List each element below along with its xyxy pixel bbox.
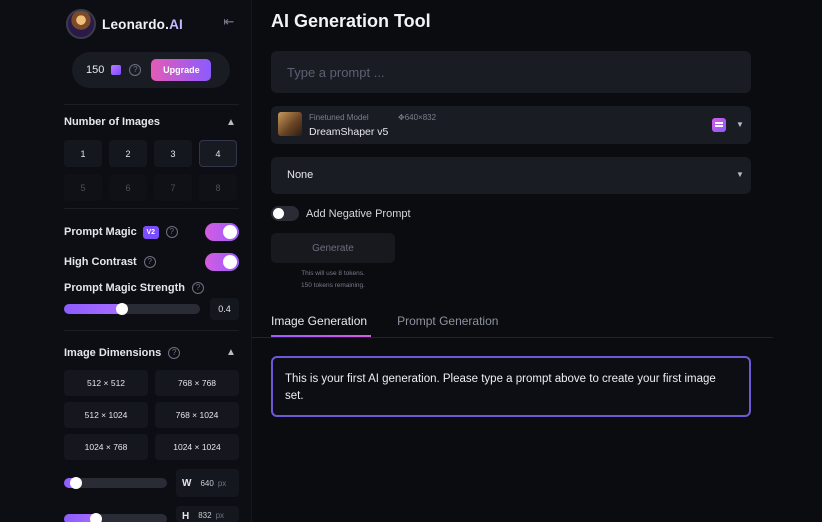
help-icon[interactable]: ? <box>129 64 142 76</box>
model-dimensions: ✥640×832 <box>398 113 436 122</box>
num-images-option[interactable]: 6 <box>109 174 147 201</box>
version-badge: V2 <box>142 225 159 239</box>
prompt-input[interactable] <box>271 51 751 93</box>
num-images-option[interactable]: 3 <box>154 140 192 167</box>
model-select[interactable]: Finetuned Model ✥640×832 DreamShaper v5 … <box>271 106 751 144</box>
width-input[interactable]: W 640 px <box>176 469 239 497</box>
prompt-magic-strength-label: Prompt Magic Strength <box>64 282 186 294</box>
prompt-magic-toggle[interactable] <box>205 223 239 241</box>
image-dimensions-grid: 512 × 512 768 × 768 512 × 1024 768 × 102… <box>64 370 239 460</box>
help-icon[interactable]: ? <box>143 256 156 268</box>
prompt-magic-label: Prompt Magic <box>64 226 137 238</box>
prompt-magic-strength-slider[interactable] <box>64 303 200 315</box>
collapse-sidebar-icon[interactable]: ⇤ <box>220 14 238 30</box>
num-images-option[interactable]: 2 <box>109 140 147 167</box>
style-select[interactable]: None ▼ <box>271 157 751 194</box>
token-usage-note: This will use 8 tokens. <box>301 270 365 277</box>
model-kind: Finetuned Model <box>309 113 369 122</box>
prompt-magic-strength-row: Prompt Magic Strength ? <box>64 279 239 297</box>
num-images-option[interactable]: 1 <box>64 140 102 167</box>
number-of-images-grid: 1 2 3 4 5 6 7 8 <box>64 140 240 201</box>
model-name: DreamShaper v5 <box>309 126 389 138</box>
width-letter: W <box>182 477 192 489</box>
image-dimensions-row: Image Dimensions ? <box>64 344 239 362</box>
image-dimensions-title: Image Dimensions <box>64 347 162 359</box>
brand-name: Leonardo.AI <box>102 17 183 32</box>
num-images-option[interactable]: 7 <box>154 174 192 201</box>
negative-prompt-row: Add Negative Prompt <box>271 206 411 221</box>
help-icon[interactable]: ? <box>192 282 205 294</box>
avatar[interactable] <box>66 9 96 39</box>
high-contrast-label: High Contrast <box>64 256 137 268</box>
brand-name-suffix: AI <box>169 16 183 32</box>
token-coin-icon <box>111 65 122 75</box>
tabs-divider <box>252 337 773 338</box>
num-images-option[interactable]: 8 <box>199 174 237 201</box>
sidebar: Leonardo.AI ⇤ 150 ? Upgrade Number of Im… <box>0 0 252 522</box>
model-edit-icon[interactable] <box>712 118 726 132</box>
generate-button[interactable]: Generate <box>271 233 395 263</box>
move-icon: ✥ <box>398 113 405 122</box>
chevron-up-icon[interactable]: ▲ <box>225 117 237 129</box>
num-images-option[interactable]: 5 <box>64 174 102 201</box>
tab-prompt-generation[interactable]: Prompt Generation <box>397 314 498 338</box>
negative-prompt-toggle[interactable] <box>271 206 299 221</box>
brand-name-main: Leonardo. <box>102 16 170 32</box>
token-pill: 150 ? Upgrade <box>72 52 230 88</box>
dimension-option[interactable]: 1024 × 768 <box>64 434 148 460</box>
chevron-up-icon[interactable]: ▲ <box>225 347 237 359</box>
high-contrast-toggle[interactable] <box>205 253 239 271</box>
chevron-down-icon[interactable]: ▼ <box>735 170 745 180</box>
divider <box>64 208 239 209</box>
height-value: 832 <box>198 511 212 520</box>
brand-logo[interactable]: Leonardo.AI <box>66 9 183 39</box>
divider <box>64 104 239 105</box>
tokens-remaining-note: 150 tokens remaining. <box>301 282 365 289</box>
dimension-option[interactable]: 1024 × 1024 <box>155 434 239 460</box>
height-input[interactable]: H 832 px <box>176 506 239 522</box>
dimension-option[interactable]: 768 × 1024 <box>155 402 239 428</box>
token-count: 150 <box>86 64 105 76</box>
slider-thumb[interactable] <box>116 303 128 315</box>
dimension-option[interactable]: 512 × 1024 <box>64 402 148 428</box>
divider <box>64 330 239 331</box>
width-slider[interactable] <box>64 477 167 489</box>
prompt-magic-row: Prompt Magic V2 ? <box>64 223 239 241</box>
width-value: 640 <box>200 478 214 488</box>
first-generation-message: This is your first AI generation. Please… <box>271 356 751 417</box>
model-dimensions-text: 640×832 <box>404 113 437 122</box>
slider-thumb[interactable] <box>70 477 82 489</box>
high-contrast-row: High Contrast ? <box>64 253 239 271</box>
help-icon[interactable]: ? <box>168 347 181 359</box>
height-letter: H <box>182 511 190 522</box>
slider-thumb[interactable] <box>90 513 102 522</box>
page-title: AI Generation Tool <box>271 11 431 31</box>
width-unit: px <box>217 478 227 488</box>
help-icon[interactable]: ? <box>165 226 178 238</box>
upgrade-button[interactable]: Upgrade <box>151 59 212 81</box>
style-value: None <box>287 169 314 181</box>
negative-prompt-label: Add Negative Prompt <box>306 207 411 220</box>
height-unit: px <box>215 511 225 520</box>
model-thumbnail <box>278 112 302 136</box>
dimension-option[interactable]: 512 × 512 <box>64 370 148 396</box>
num-images-option-selected[interactable]: 4 <box>199 140 237 167</box>
prompt-magic-strength-value[interactable]: 0.4 <box>210 298 239 320</box>
active-tab-indicator <box>271 335 371 337</box>
height-slider[interactable] <box>64 513 167 522</box>
chevron-down-icon[interactable]: ▼ <box>735 120 745 130</box>
dimension-option[interactable]: 768 × 768 <box>155 370 239 396</box>
number-of-images-title: Number of Images <box>64 116 160 128</box>
